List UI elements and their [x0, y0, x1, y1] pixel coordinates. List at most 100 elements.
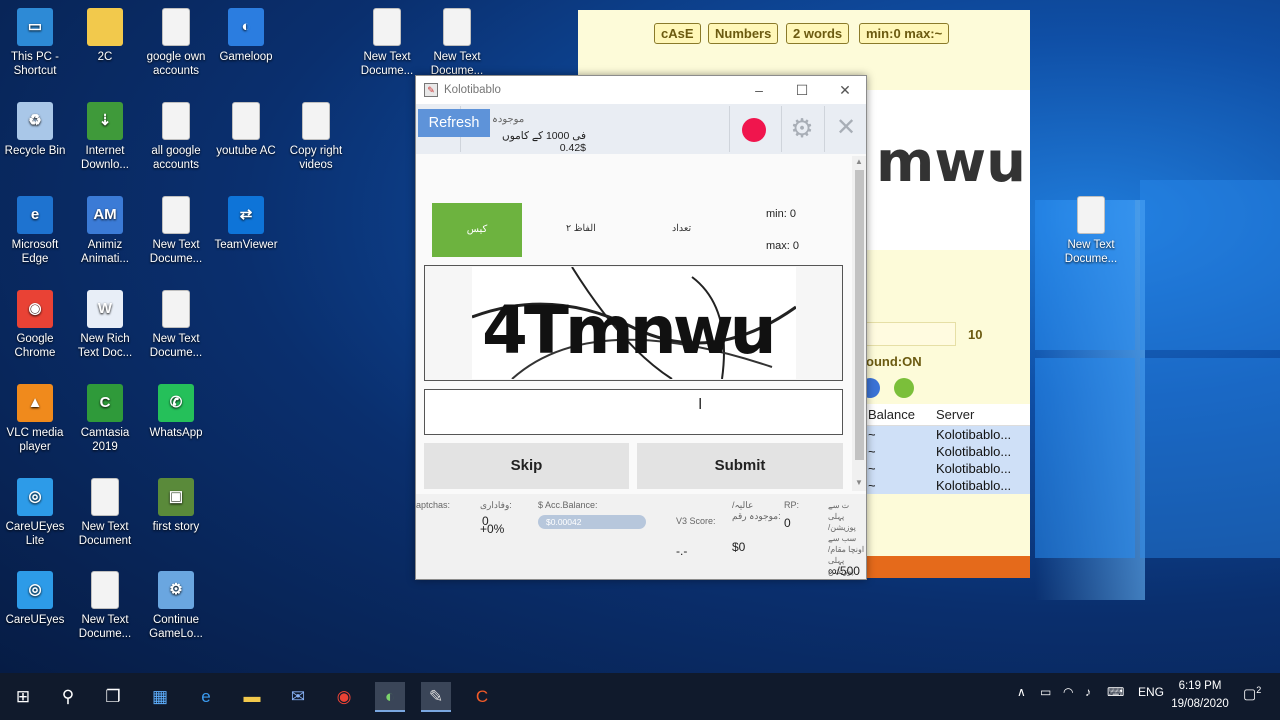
- close-icon[interactable]: ✕: [832, 114, 860, 142]
- battery-icon[interactable]: ▭: [1040, 685, 1051, 699]
- captcha-answer-input[interactable]: [424, 389, 843, 435]
- column-header-balance[interactable]: Balance: [866, 407, 930, 422]
- file-explorer-icon[interactable]: ▬: [237, 682, 267, 712]
- desktop-icon[interactable]: New Text Document: [70, 478, 140, 548]
- desktop-icon[interactable]: ◎ CareUEyes Lite: [0, 478, 70, 548]
- toolbar-divider: [781, 106, 782, 152]
- desktop-icon[interactable]: ♻ Recycle Bin: [0, 102, 70, 158]
- desktop-icon[interactable]: New Text Docume...: [1056, 196, 1126, 266]
- kolotibablo-taskbar-icon[interactable]: ✎: [421, 682, 451, 712]
- chevron-up-icon[interactable]: ∧: [1017, 685, 1026, 699]
- scroll-thumb[interactable]: [855, 170, 864, 460]
- desktop-icon[interactable]: New Text Docume...: [141, 290, 211, 360]
- desktop-icon[interactable]: C Camtasia 2019: [70, 384, 140, 454]
- desktop-icon[interactable]: ▭ This PC - Shortcut: [0, 8, 70, 78]
- desktop-icon-label: Animiz Animati...: [81, 239, 129, 265]
- maximize-button[interactable]: ☐: [787, 80, 817, 100]
- desktop-icon[interactable]: Copy right videos: [281, 102, 351, 172]
- gear-icon[interactable]: ⚙: [788, 114, 816, 142]
- case-option[interactable]: کیس: [432, 203, 522, 257]
- case-tag[interactable]: cAsE: [654, 23, 701, 44]
- desktop-icon[interactable]: ▣ first story: [141, 478, 211, 534]
- wifi-icon[interactable]: ◠: [1063, 685, 1073, 699]
- desktop-icon-label: first story: [152, 521, 200, 533]
- language-indicator[interactable]: ENG: [1138, 685, 1164, 699]
- notification-icon[interactable]: ▢2: [1243, 685, 1261, 703]
- wallpaper-pane: [1035, 358, 1135, 558]
- desktop-icon[interactable]: ◉ Google Chrome: [0, 290, 70, 360]
- gameloop-icon: ◐: [228, 8, 264, 46]
- teamviewer-icon: ⇄: [228, 196, 264, 234]
- edge-icon[interactable]: e: [191, 682, 221, 712]
- background-captcha-image: mwu: [866, 90, 1030, 250]
- idm-icon: ⇣: [87, 102, 123, 140]
- desktop-icon[interactable]: W New Rich Text Doc...: [70, 290, 140, 360]
- table-row[interactable]: ~ Kolotibablo...: [866, 460, 1030, 477]
- close-button[interactable]: ✕: [830, 80, 860, 100]
- scroll-up-arrow[interactable]: ▲: [855, 157, 863, 166]
- desktop-icon-label: Recycle Bin: [4, 145, 66, 157]
- chrome-icon[interactable]: ◉: [329, 682, 359, 712]
- desktop-icon[interactable]: ⚙ Continue GameLo...: [141, 571, 211, 641]
- desktop-icon[interactable]: ⇣ Internet Downlo...: [70, 102, 140, 172]
- mail-icon[interactable]: ✉: [283, 682, 313, 712]
- window-title: Kolotibablo: [444, 84, 501, 96]
- desktop-icon[interactable]: e Microsoft Edge: [0, 196, 70, 266]
- desktop-icon-label: This PC - Shortcut: [11, 51, 59, 77]
- desktop-icon[interactable]: 2C: [70, 8, 140, 64]
- two-words-option[interactable]: ۲ الفاظ: [566, 223, 596, 234]
- desktop-icon[interactable]: AM Animiz Animati...: [70, 196, 140, 266]
- skip-button[interactable]: Skip: [424, 443, 629, 489]
- desktop-icon[interactable]: New Text Docume...: [70, 571, 140, 641]
- pc-icon: ▭: [17, 8, 53, 46]
- camtasia-taskbar-icon[interactable]: C: [467, 682, 497, 712]
- store-icon[interactable]: ▦: [145, 682, 175, 712]
- desktop-icon[interactable]: ⇄ TeamViewer: [211, 196, 281, 252]
- task-view-icon[interactable]: ❐: [98, 682, 128, 712]
- min-length: min: 0: [766, 208, 796, 220]
- title-bar[interactable]: ✎ Kolotibablo – ☐ ✕: [416, 76, 866, 104]
- server-table: Balance Server ~ Kolotibablo... ~ Kolotiba…: [866, 404, 1030, 494]
- numbers-tag[interactable]: Numbers: [708, 23, 779, 44]
- desktop-icon[interactable]: New Text Docume...: [352, 8, 422, 78]
- android-icon[interactable]: [894, 378, 914, 398]
- scrollbar[interactable]: ▲ ▼: [852, 156, 866, 491]
- desktop-icon[interactable]: all google accounts: [141, 102, 211, 172]
- minimize-button[interactable]: –: [744, 80, 774, 100]
- numbers-option[interactable]: تعداد: [672, 223, 691, 234]
- column-header-server[interactable]: Server: [930, 407, 1030, 422]
- desktop-icon[interactable]: ✆ WhatsApp: [141, 384, 211, 440]
- background-input-field[interactable]: [866, 322, 956, 346]
- two-words-tag[interactable]: 2 words: [786, 23, 850, 44]
- volume-icon[interactable]: ♪: [1085, 685, 1091, 699]
- table-row[interactable]: ~ Kolotibablo...: [866, 477, 1030, 494]
- desktop-icon[interactable]: New Text Docume...: [422, 8, 492, 78]
- background-count: 10: [968, 327, 983, 342]
- desktop-icon-label: New Text Docume...: [430, 51, 484, 77]
- desktop-icon[interactable]: youtube AC: [211, 102, 281, 158]
- gameloop-taskbar-icon[interactable]: ◐: [375, 682, 405, 712]
- search-icon[interactable]: ⚲: [53, 682, 83, 712]
- kolotibablo-window[interactable]: ✎ Kolotibablo – ☐ ✕ موجودہ فی 1000 کے کا…: [415, 75, 867, 580]
- document-icon: [162, 290, 190, 328]
- captcha-text: 4Tmnwu: [482, 292, 773, 369]
- desktop-icon[interactable]: ◐ Gameloop: [211, 8, 281, 64]
- desktop-icon[interactable]: New Text Docume...: [141, 196, 211, 266]
- refresh-button[interactable]: Refresh: [418, 109, 490, 137]
- windows-start-icon[interactable]: ⊞: [8, 682, 38, 712]
- balance-progress: $0.00042: [538, 515, 646, 529]
- image-icon: ▣: [158, 478, 194, 516]
- v3-score-label: V3 Score:: [676, 516, 716, 526]
- desktop-icon[interactable]: ◎ CareUEyes: [0, 571, 70, 627]
- balance-label: $ Acc.Balance:: [538, 500, 598, 510]
- desktop-icon[interactable]: ▲ VLC media player: [0, 384, 70, 454]
- record-button[interactable]: [742, 118, 766, 142]
- submit-button[interactable]: Submit: [637, 443, 843, 489]
- desktop-icon[interactable]: google own accounts: [141, 8, 211, 78]
- table-row[interactable]: ~ Kolotibablo...: [866, 426, 1030, 443]
- keyboard-icon[interactable]: ⌨: [1107, 685, 1124, 699]
- min-max-tag[interactable]: min:0 max:~: [859, 23, 950, 44]
- table-row[interactable]: ~ Kolotibablo...: [866, 443, 1030, 460]
- scroll-down-arrow[interactable]: ▼: [855, 478, 863, 487]
- clock[interactable]: 6:19 PM 19/08/2020: [1168, 677, 1232, 713]
